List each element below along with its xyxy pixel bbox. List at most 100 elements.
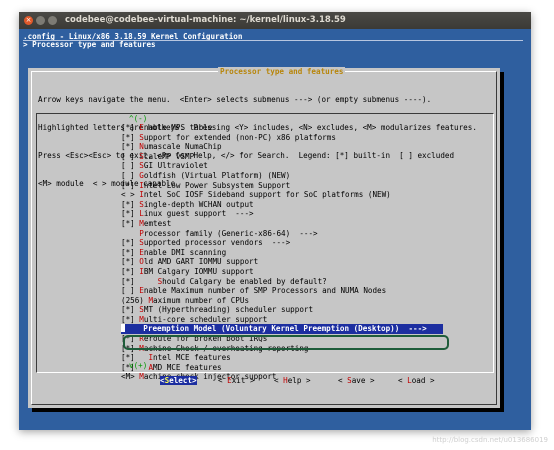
menu-item[interactable]: [*] Linux guest support ---> [121,209,481,219]
scroll-up-indicator[interactable]: ^(-) [129,114,147,123]
menu-item-label: nable Maximum number of SMP Processors a… [143,286,387,296]
menu-item-prefix [121,229,139,238]
help-line: Arrow keys navigate the menu. <Enter> se… [38,94,432,104]
menu-item-label: GI Ultraviolet [143,161,208,171]
menu-item-prefix: [*] [121,314,140,324]
scroll-down-indicator[interactable]: v(+) [129,361,147,370]
menu-item[interactable]: Processor family (Generic-x86-64) ---> [121,229,481,239]
menu-item-prefix: [*] [121,180,140,190]
minimize-window-icon[interactable] [36,16,45,25]
menu-item-prefix: [*] [121,238,140,248]
menu-item-label: nable MPS table [143,123,213,132]
menu-item-prefix: [*] [121,209,140,219]
menu-item-prefix: [ ] [121,170,140,180]
menu-item-label: ntel Low Power Subsystem Support [143,180,291,190]
menu-item-prefix: [ ] [121,286,140,296]
menu-item-label: caleMP vSMP [143,151,195,161]
menu-item-prefix: [ ] [121,151,140,161]
menu-item[interactable]: [*] Memtest [121,219,481,229]
button-rest: elect [169,376,193,385]
menu-item-label: aximum number of CPUs [153,295,250,305]
button-rest: ave [351,376,366,385]
exit-button[interactable]: < Exit > [218,376,255,385]
menu-item-label: emtest [143,218,172,228]
menu-item-prefix: [*] [121,305,140,315]
button-rest: xit [231,376,246,385]
menu-item-label: reemption Model (Voluntary Kernel Preemp… [147,324,427,334]
menuconfig-dialog: Processor type and features Arrow keys n… [28,67,500,408]
window-titlebar: × codebee@codebee-virtual-machine: ~/ker… [19,12,531,29]
menu-item-label: BM Calgary IOMMU support [143,266,254,276]
menu-item-label: ulti-core scheduler support [143,314,268,324]
menu-item-prefix: [ ] [121,161,140,171]
help-button[interactable]: < Help > [274,376,311,385]
menu-item-label: ntel MCE features [153,353,231,363]
menu-item[interactable]: [ ] Enable Maximum number of SMP Process… [121,286,481,296]
menu-item-label: MT (Hyperthreading) scheduler support [143,305,314,315]
load-button[interactable]: < Load > [398,376,435,385]
button-close: > [192,376,197,385]
menu-item[interactable]: [*] IBM Calgary IOMMU support [121,267,481,277]
button-open: < [274,376,284,385]
button-close: > [365,376,375,385]
menu-item-label: umascale NumaChip [143,142,222,152]
menu-item[interactable]: [ ] Goldfish (Virtual Platform) (NEW) [121,171,481,181]
menu-item-prefix: [*] [121,142,140,152]
menu-item[interactable]: [*] Numascale NumaChip [121,142,481,152]
menu-item-prefix: < > [121,190,140,200]
menu-item[interactable]: [*] Intel MCE features [121,353,481,363]
menu-item-prefix: [*] [121,257,140,267]
button-open: < [218,376,228,385]
terminal-window: × codebee@codebee-virtual-machine: ~/ker… [19,12,531,430]
menu-item-label: rocessor family (Generic-x86-64) ---> [143,228,318,238]
menu-item[interactable]: [*] SMT (Hyperthreading) scheduler suppo… [121,305,481,315]
button-close: > [245,376,255,385]
button-rest: oad [411,376,426,385]
menu-item[interactable]: [*] Intel Low Power Subsystem Support [121,181,481,191]
menu-item-label: ntel SoC IOSF Sideband support for SoC p… [143,190,391,200]
menu-item-prefix: [*] [121,218,140,228]
menu-item-prefix: [*] [121,123,140,132]
menu-item-prefix: (256) [121,295,149,305]
close-window-icon[interactable]: × [24,16,33,25]
watermark: http://blog.csdn.net/u013686019 [432,436,548,444]
menu-item-label: upport for extended (non-PC) x86 platfor… [143,132,336,142]
save-button[interactable]: < Save > [338,376,375,385]
menu-item[interactable]: [ ] ScaleMP vSMP [121,152,481,162]
button-open: < [338,376,348,385]
menu-item[interactable]: [*] Supported processor vendors ---> [121,238,481,248]
menu-item-label: inux guest support ---> [143,209,254,219]
menu-item[interactable]: [*] AMD MCE features [121,363,481,373]
dialog-title: Processor type and features [218,67,346,76]
menu-item[interactable]: [*] Single-depth WCHAN output [121,200,481,210]
menu-item[interactable]: [*] Support for extended (non-PC) x86 pl… [121,133,481,143]
menu-item[interactable]: [*] Multi-core scheduler support [121,315,481,325]
menu-item-prefix [125,324,143,333]
menu-item-label: nable DMI scanning [143,247,227,257]
menu-item-prefix: [*] [121,247,140,257]
terminal-area[interactable]: .config - Linux/x86 3.18.59 Kernel Confi… [19,29,531,430]
menu-item-label: ld AMD GART IOMMU support [143,257,259,267]
menu-item-prefix: [*] [121,276,158,286]
maximize-window-icon[interactable] [48,16,57,25]
window-controls: × [24,16,57,25]
menu-item[interactable]: (256) Maximum number of CPUs [121,296,481,306]
menu-item[interactable]: [*] Old AMD GART IOMMU support [121,257,481,267]
menu-item[interactable]: [*] Enable DMI scanning [121,248,481,258]
menu-item[interactable]: < > Intel SoC IOSF Sideband support for … [121,190,481,200]
menu-list[interactable]: ^(-) [*] Enable MPS table [*] Support for… [36,113,494,381]
window-title: codebee@codebee-virtual-machine: ~/kerne… [65,15,346,25]
menu-item-prefix: [*] [121,199,140,209]
button-close: > [301,376,311,385]
menu-item-label: hould Calgary be enabled by default? [162,276,327,286]
menu-item[interactable]: [*] Should Calgary be enabled by default… [121,277,481,287]
button-open: < [398,376,408,385]
menu-item[interactable]: [*] Enable MPS table [121,123,481,133]
menu-item-label: ingle-depth WCHAN output [143,199,254,209]
menu-item-label: oldfish (Virtual Platform) (NEW) [143,170,291,180]
button-rest: elp [287,376,302,385]
select-button[interactable]: <Select> [160,376,197,385]
menu-item-prefix: [*] [121,132,140,142]
menu-item[interactable]: [ ] SGI Ultraviolet [121,161,481,171]
menu-item-selected[interactable]: Preemption Model (Voluntary Kernel Preem… [121,324,443,335]
